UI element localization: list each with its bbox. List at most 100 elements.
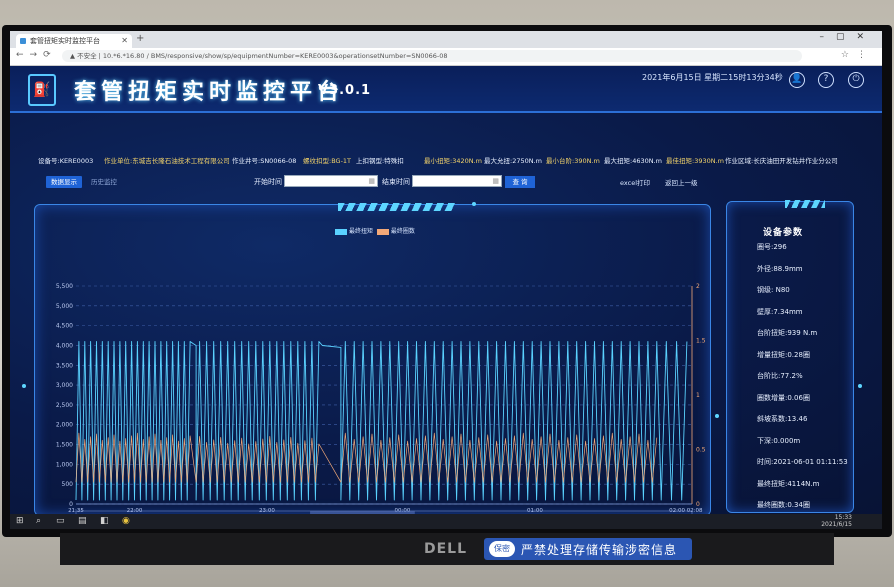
query-button[interactable]: 查 询 xyxy=(505,176,535,188)
legend-torque[interactable]: 最终扭矩 xyxy=(349,228,373,235)
info-thread: 螺纹扣型:BG-1T xyxy=(303,157,352,165)
power-icon[interactable]: ⏻ xyxy=(848,72,864,88)
screen: 套管扭矩实时监控平台 ✕ + –▢✕ ←→⟳ ▲ 不安全 | 10.*6.*16… xyxy=(10,31,882,529)
legend-turns[interactable]: 最终圈数 xyxy=(391,228,415,235)
sticker-badge: 保密 xyxy=(489,541,515,557)
info-well: 作业井号:SN0066-08 xyxy=(232,157,297,165)
y-tick-left: 1,500 xyxy=(56,442,73,449)
excel-print-link[interactable]: excel打印 xyxy=(620,177,650,187)
version-label: V3.0.1 xyxy=(318,83,372,98)
history-button[interactable]: 历史监控 xyxy=(86,176,122,188)
query-toolbar: 数据显示 历史监控 开始时间 ▦ 结束时间 ▦ 查 询 excel打印 返回上一… xyxy=(10,175,882,196)
tab-title: 套管扭矩实时监控平台 xyxy=(30,37,100,45)
start-time-label: 开始时间 xyxy=(254,178,282,186)
info-min-alarm: 最小台阶:390N.m xyxy=(546,157,600,165)
y-tick-left: 4,500 xyxy=(56,323,73,330)
app-header: ⛽ 套管扭矩实时监控平台 V3.0.1 2021年6月15日 星期二15时13分… xyxy=(10,66,882,113)
system-clock[interactable]: 15:33 2021/6/15 xyxy=(821,514,852,528)
y-tick-left: 1,000 xyxy=(56,461,73,468)
y-tick-left: 5,500 xyxy=(56,283,73,290)
deco-dot xyxy=(22,384,26,388)
param-item: 圈号:296 xyxy=(757,243,787,251)
deco-dot xyxy=(858,384,862,388)
browser-tabbar: 套管扭矩实时监控平台 ✕ + –▢✕ xyxy=(10,31,882,48)
url-field[interactable]: ▲ 不安全 | 10.*6.*16.80 / BMS/responsive/sh… xyxy=(62,50,802,62)
help-icon[interactable]: ? xyxy=(818,72,834,88)
param-item: 增量扭矩:0.28圈 xyxy=(757,350,810,359)
chart-legend: 最终扭矩 最终圈数 xyxy=(335,226,415,235)
param-item: 台阶扭矩:939 N.m xyxy=(757,329,818,337)
task-view-icon[interactable]: ▭ xyxy=(56,516,65,526)
y-tick-left: 3,000 xyxy=(56,382,73,389)
y-tick-left: 500 xyxy=(62,481,74,488)
end-time-label: 结束时间 xyxy=(382,178,410,186)
back-link[interactable]: 返回上一级 xyxy=(665,177,698,187)
param-item: 时间:2021-06-01 01:11:53 xyxy=(757,458,848,466)
param-item: 最终圈数:0.34圈 xyxy=(757,501,810,509)
info-bar: 设备号:KERE0003 作业单位:东城吉长隆石油技术工程有限公司 作业井号:S… xyxy=(10,151,882,169)
calendar-icon[interactable]: ▦ xyxy=(368,177,375,185)
file-explorer-icon[interactable]: ▤ xyxy=(78,516,87,526)
window-controls[interactable]: –▢✕ xyxy=(819,32,876,42)
legend-swatch-turns xyxy=(376,228,389,235)
torque-chart[interactable]: 5,500 5,000 4,500 4,000 3,500 3,000 2,500 2,000… xyxy=(34,236,709,514)
param-item: 斜坡系数:13.46 xyxy=(757,415,808,423)
y-tick-right: 0.5 xyxy=(696,447,706,454)
end-time-input[interactable]: ▦ xyxy=(412,175,502,187)
deco-dot xyxy=(472,202,476,206)
param-item: 钢级: N80 xyxy=(757,286,790,294)
user-icon[interactable]: 👤 xyxy=(789,72,805,88)
browser-address-bar: ←→⟳ ▲ 不安全 | 10.*6.*16.80 / BMS/responsiv… xyxy=(10,48,882,66)
info-max-torque: 最大扭矩:4630N.m xyxy=(604,157,662,165)
y-tick-left: 2,500 xyxy=(56,402,73,409)
y-tick-left: 5,000 xyxy=(56,303,73,310)
y-tick-left: 3,500 xyxy=(56,362,73,369)
param-item: 外径:88.9mm xyxy=(757,264,803,273)
browser-tab[interactable]: 套管扭矩实时监控平台 ✕ xyxy=(16,34,132,48)
info-pipe: 上扣钢型:特殊扣 xyxy=(356,157,404,165)
sticker-text: 严禁处理存储传输涉密信息 xyxy=(521,542,678,557)
legend-swatch-torque xyxy=(335,228,347,235)
logo-icon: ⛽ xyxy=(28,74,56,106)
start-time-input[interactable]: ▦ xyxy=(284,175,378,187)
y-tick-left: 4,000 xyxy=(56,342,73,349)
header-datetime: 2021年6月15日 星期二15时13分34秒 xyxy=(642,73,783,82)
y-tick-left: 0 xyxy=(69,501,73,508)
app-root: ⛽ 套管扭矩实时监控平台 V3.0.1 2021年6月15日 星期二15时13分… xyxy=(10,66,882,514)
page-title: 套管扭矩实时监控平台 xyxy=(74,80,345,105)
info-area: 作业区域:长庆油田开发钻井作业分公司 xyxy=(725,157,838,165)
panel-stripe-decoration xyxy=(338,203,456,211)
y-tick-right: 0 xyxy=(696,501,700,508)
y-tick-right: 2 xyxy=(696,283,700,290)
param-item: 壁厚:7.34mm xyxy=(757,307,803,316)
clock-date: 2021/6/15 xyxy=(821,520,852,528)
calendar-icon[interactable]: ▦ xyxy=(492,177,499,185)
security-sticker: 保密 严禁处理存储传输涉密信息 xyxy=(484,538,692,560)
y-tick-right: 1.5 xyxy=(696,338,706,345)
realtime-button[interactable]: 数据显示 xyxy=(46,176,82,188)
info-device: 设备号:KERE0003 xyxy=(38,157,94,165)
new-tab-icon[interactable]: + xyxy=(136,33,144,44)
info-unit: 作业单位:东城吉长隆石油技术工程有限公司 xyxy=(104,157,230,165)
params-title: 设备参数 xyxy=(763,228,804,238)
param-item: 最终扭矩:4114N.m xyxy=(757,479,820,488)
param-item: 台阶比:77.2% xyxy=(757,372,803,380)
monitor-brand: DELL xyxy=(424,541,468,557)
y-tick-left: 2,000 xyxy=(56,422,73,429)
y-tick-right: 1 xyxy=(696,392,700,399)
param-item: 下深:0.000m xyxy=(757,436,801,445)
info-min-torque: 最小扭矩:3420N.m xyxy=(424,157,482,165)
windows-taskbar: ⊞ ⌕ ▭ ▤ ◧ ◉ 15:33 2021/6/15 xyxy=(10,514,882,529)
browser-menu-icon[interactable]: ☆⋮ xyxy=(841,50,874,60)
close-tab-icon[interactable]: ✕ xyxy=(121,34,128,48)
deco-dot xyxy=(715,414,719,418)
app-icon[interactable]: ◧ xyxy=(100,516,109,526)
info-max-allow: 最大允扭:2750N.m xyxy=(484,157,542,165)
params-stripe-decoration xyxy=(785,200,825,208)
favicon-icon xyxy=(20,38,26,44)
nav-arrows-icon[interactable]: ←→⟳ xyxy=(16,50,57,60)
info-best-torque: 最佳扭矩:3930N.m xyxy=(666,157,724,165)
chrome-icon[interactable]: ◉ xyxy=(122,516,130,526)
search-icon[interactable]: ⌕ xyxy=(36,516,41,526)
start-icon[interactable]: ⊞ xyxy=(16,516,24,526)
